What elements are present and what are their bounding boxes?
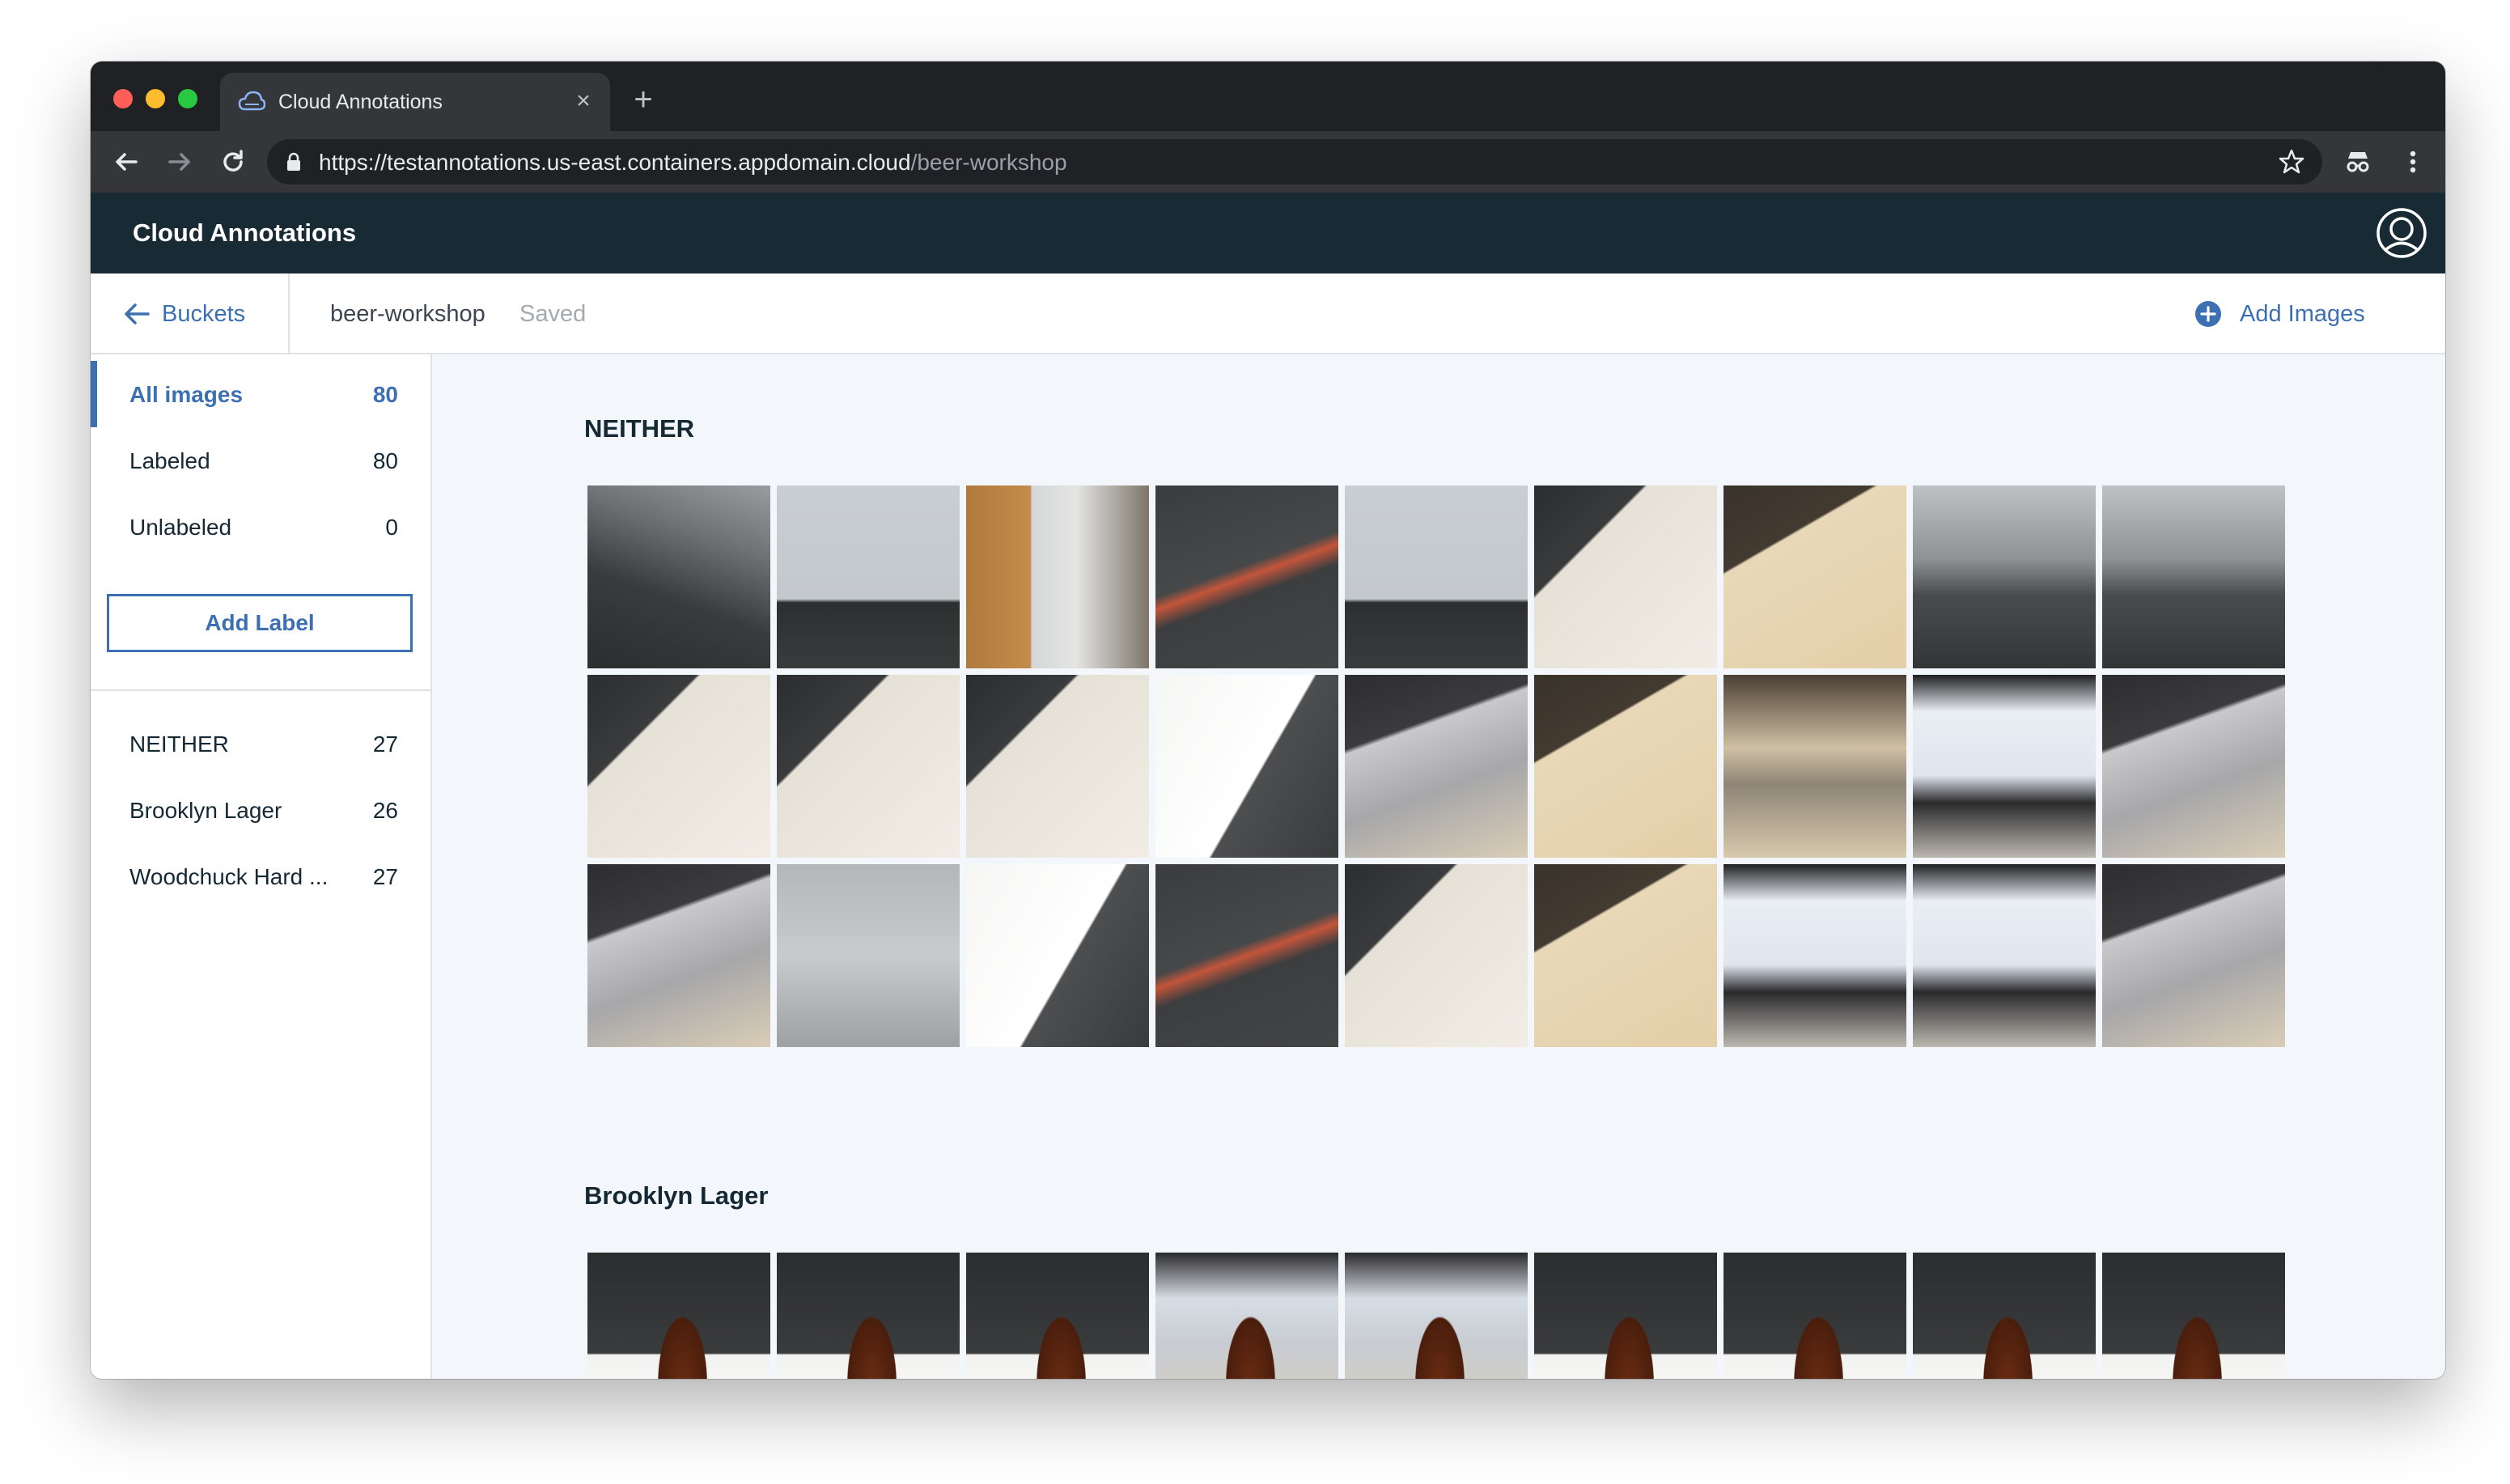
image-thumbnail[interactable] [1155, 675, 1338, 858]
image-thumbnail[interactable] [777, 1253, 960, 1379]
label-item-neither[interactable]: NEITHER 27 [91, 710, 430, 777]
incognito-icon[interactable] [2342, 146, 2374, 178]
address-bar[interactable]: https://testannotations.us-east.containe… [267, 139, 2322, 184]
image-thumbnail[interactable] [1155, 1253, 1338, 1379]
lock-icon [287, 152, 300, 171]
image-thumbnail[interactable] [2102, 864, 2285, 1047]
url-text: https://testannotations.us-east.containe… [319, 150, 1067, 176]
cloud-favicon-icon [238, 91, 265, 111]
minimize-window-button[interactable] [146, 89, 165, 108]
image-thumbnail[interactable] [1913, 675, 2096, 858]
filter-labeled[interactable]: Labeled 80 [91, 427, 430, 494]
divider [91, 689, 430, 691]
filter-label: Labeled [129, 448, 210, 473]
label-name: Woodchuck Hard ... [129, 864, 329, 889]
back-to-buckets-button[interactable]: Buckets [123, 273, 333, 354]
browser-tab-strip: Cloud Annotations × + [91, 61, 2445, 131]
new-tab-icon[interactable]: + [630, 83, 657, 116]
label-name: NEITHER [129, 731, 229, 757]
image-thumbnail[interactable] [587, 675, 770, 858]
label-count: 27 [372, 864, 398, 889]
filter-all-images[interactable]: All images 80 [91, 361, 430, 427]
browser-tab[interactable]: Cloud Annotations × [220, 73, 610, 131]
divider [288, 273, 290, 354]
image-thumbnail[interactable] [777, 864, 960, 1047]
image-thumbnail[interactable] [1345, 864, 1528, 1047]
filter-count: 0 [385, 515, 398, 540]
image-thumbnail[interactable] [1724, 1253, 1906, 1379]
more-menu-icon[interactable] [2397, 146, 2429, 178]
image-thumbnail[interactable] [1534, 864, 1717, 1047]
bucket-name: beer-workshop [330, 301, 485, 327]
back-label: Buckets [162, 301, 246, 327]
add-images-button[interactable]: Add Images [2194, 273, 2405, 354]
url-path: /beer-workshop [910, 150, 1067, 175]
close-window-button[interactable] [113, 89, 133, 108]
app-header: Cloud Annotations [91, 193, 2445, 273]
filter-count: 80 [372, 448, 398, 473]
label-name: Brooklyn Lager [129, 798, 282, 823]
image-thumbnail[interactable] [2102, 675, 2285, 858]
image-thumbnail[interactable] [1913, 1253, 2096, 1379]
image-thumbnail[interactable] [1534, 1253, 1717, 1379]
reload-icon[interactable] [217, 146, 249, 178]
add-images-label: Add Images [2240, 301, 2365, 327]
image-grid-neither [587, 485, 2285, 1047]
back-nav-icon[interactable] [110, 146, 142, 178]
add-circle-icon [2195, 301, 2221, 327]
image-thumbnail[interactable] [966, 485, 1149, 668]
filter-label: Unlabeled [129, 515, 232, 540]
maximize-window-button[interactable] [178, 89, 197, 108]
image-thumbnail[interactable] [777, 675, 960, 858]
image-gallery: NEITHER Brooklyn Lager [432, 354, 2445, 1379]
forward-nav-icon[interactable] [163, 146, 196, 178]
url-host: https://testannotations.us-east.containe… [319, 150, 911, 175]
image-thumbnail[interactable] [587, 864, 770, 1047]
image-thumbnail[interactable] [2102, 485, 2285, 668]
image-thumbnail[interactable] [1724, 485, 1906, 668]
filter-count: 80 [372, 382, 398, 407]
image-thumbnail[interactable] [1913, 485, 2096, 668]
image-thumbnail[interactable] [1534, 675, 1717, 858]
user-avatar-icon[interactable] [2376, 207, 2427, 259]
browser-toolbar: https://testannotations.us-east.containe… [91, 131, 2445, 193]
image-thumbnail[interactable] [587, 1253, 770, 1379]
browser-window: Cloud Annotations × + https://testannota… [91, 61, 2445, 1379]
image-thumbnail[interactable] [1534, 485, 1717, 668]
image-thumbnail[interactable] [1155, 864, 1338, 1047]
image-thumbnail[interactable] [1345, 675, 1528, 858]
image-thumbnail[interactable] [587, 485, 770, 668]
image-thumbnail[interactable] [1724, 864, 1906, 1047]
image-thumbnail[interactable] [966, 864, 1149, 1047]
image-thumbnail[interactable] [966, 1253, 1149, 1379]
save-status: Saved [519, 301, 587, 327]
section-title-neither: NEITHER [584, 414, 695, 443]
image-thumbnail[interactable] [966, 675, 1149, 858]
sidebar: All images 80 Labeled 80 Unlabeled 0 Add… [91, 354, 432, 1379]
image-thumbnail[interactable] [1345, 485, 1528, 668]
add-label-button[interactable]: Add Label [107, 594, 413, 652]
label-item-brooklyn-lager[interactable]: Brooklyn Lager 26 [91, 777, 430, 843]
tab-title: Cloud Annotations [278, 91, 443, 113]
image-thumbnail[interactable] [1913, 864, 2096, 1047]
image-thumbnail[interactable] [2102, 1253, 2285, 1379]
image-thumbnail[interactable] [1155, 485, 1338, 668]
image-grid-brooklyn-lager [587, 1253, 2285, 1379]
bookmark-star-icon[interactable] [2277, 147, 2306, 176]
app-title: Cloud Annotations [133, 218, 357, 247]
image-thumbnail[interactable] [1724, 675, 1906, 858]
tab-close-icon[interactable]: × [571, 89, 596, 113]
label-count: 26 [372, 798, 398, 823]
label-item-woodchuck-hard[interactable]: Woodchuck Hard ... 27 [91, 843, 430, 909]
filter-label: All images [129, 382, 244, 407]
bucket-toolbar: Buckets beer-workshop Saved Add Images [91, 273, 2445, 354]
image-thumbnail[interactable] [1345, 1253, 1528, 1379]
arrow-left-icon [125, 303, 150, 324]
filter-unlabeled[interactable]: Unlabeled 0 [91, 494, 430, 560]
label-count: 27 [372, 731, 398, 757]
image-thumbnail[interactable] [777, 485, 960, 668]
section-title-brooklyn-lager: Brooklyn Lager [584, 1181, 769, 1210]
